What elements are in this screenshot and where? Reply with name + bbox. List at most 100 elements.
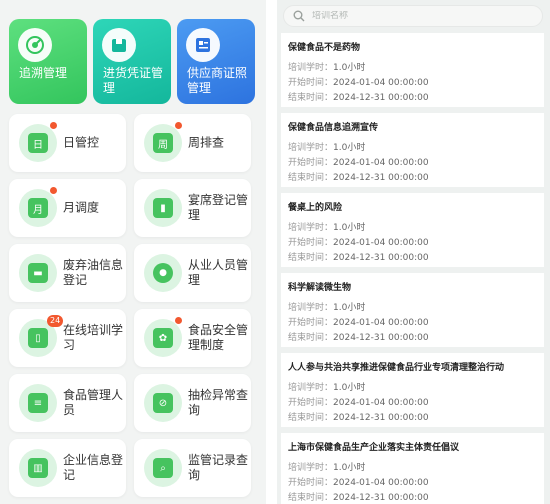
tile-label: 废弃油信息登记 [63, 258, 124, 287]
box-icon [102, 28, 136, 62]
waste-oil-tile[interactable]: ▬ 废弃油信息登记 [9, 244, 126, 302]
training-title: 科学解读微生物 [288, 283, 352, 293]
start-label: 开始时间： [288, 398, 334, 408]
inspection-icon: ⊘ [153, 393, 173, 413]
supervision-record-tile[interactable]: ⌕ 监管记录查询 [134, 439, 251, 497]
card-label: 追溯管理 [19, 66, 68, 80]
hours-value: 1.0小时 [333, 63, 366, 73]
function-panel: 追溯管理 进货凭证管理 供应商证照管理 日 日管控 周 周排查 月 月调度 ▮ … [0, 0, 266, 504]
company-info-tile[interactable]: ▥ 企业信息登记 [9, 439, 126, 497]
end-label: 结束时间： [288, 413, 334, 423]
training-card[interactable]: 科学解读微生物 培训学时：1.0小时 开始时间：2024-01-04 00:00… [281, 273, 544, 347]
tile-label: 月调度 [63, 200, 100, 215]
staff-management-tile[interactable]: ● 从业人员管理 [134, 244, 251, 302]
card-label: 供应商证照管理 [187, 66, 248, 95]
book-icon: ▯ [28, 328, 48, 348]
weekly-check-tile[interactable]: 周 周排查 [134, 114, 251, 172]
hours-label: 培训学时： [288, 143, 334, 153]
end-value: 2024-12-31 00:00:00 [333, 493, 429, 503]
tile-label: 食品管理人员 [63, 388, 124, 417]
training-card[interactable]: 保健食品信息追溯宣传 培训学时：1.0小时 开始时间：2024-01-04 00… [281, 113, 544, 187]
training-list-panel: 保健食品不是药物 培训学时：1.0小时 开始时间：2024-01-04 00:0… [277, 0, 550, 504]
search-icon [292, 9, 306, 23]
notification-dot [175, 317, 182, 324]
tile-label: 从业人员管理 [188, 258, 249, 287]
tile-label: 食品安全管理制度 [188, 323, 249, 352]
card-label: 进货凭证管理 [103, 66, 164, 95]
start-value: 2024-01-04 00:00:00 [333, 158, 429, 168]
online-training-tile[interactable]: ▯ 24 在线培训学习 [9, 309, 126, 367]
start-label: 开始时间： [288, 238, 334, 248]
banquet-registration-tile[interactable]: ▮ 宴席登记管理 [134, 179, 251, 237]
training-title: 人人参与共治共享推进保健食品行业专项清理整治行动 [288, 363, 505, 373]
hours-label: 培训学时： [288, 383, 334, 393]
start-value: 2024-01-04 00:00:00 [333, 478, 429, 488]
hours-value: 1.0小时 [333, 223, 366, 233]
supplier-license-card[interactable]: 供应商证照管理 [177, 19, 255, 104]
hours-value: 1.0小时 [333, 143, 366, 153]
calendar-week-icon: 周 [153, 133, 173, 153]
trash-icon: ▬ [28, 263, 48, 283]
tile-label: 企业信息登记 [63, 453, 124, 482]
food-safety-policy-tile[interactable]: ✿ 食品安全管理制度 [134, 309, 251, 367]
training-title: 保健食品不是药物 [288, 43, 361, 53]
inspection-anomaly-tile[interactable]: ⊘ 抽检异常查询 [134, 374, 251, 432]
record-search-icon: ⌕ [153, 458, 173, 478]
calendar-day-icon: 日 [28, 133, 48, 153]
training-title: 保健食品信息追溯宣传 [288, 123, 379, 133]
company-icon: ▥ [28, 458, 48, 478]
hours-label: 培训学时： [288, 463, 334, 473]
daily-control-tile[interactable]: 日 日管控 [9, 114, 126, 172]
end-value: 2024-12-31 00:00:00 [333, 333, 429, 343]
banquet-icon: ▮ [153, 198, 173, 218]
trace-management-card[interactable]: 追溯管理 [9, 19, 87, 104]
end-value: 2024-12-31 00:00:00 [333, 413, 429, 423]
training-card[interactable]: 上海市保健食品生产企业落实主体责任倡议 培训学时：1.0小时 开始时间：2024… [281, 433, 544, 504]
policy-icon: ✿ [153, 328, 173, 348]
start-label: 开始时间： [288, 78, 334, 88]
tile-label: 在线培训学习 [63, 323, 124, 352]
search-bar[interactable] [283, 5, 543, 27]
start-label: 开始时间： [288, 158, 334, 168]
search-input[interactable] [312, 11, 512, 21]
notification-dot [50, 122, 57, 129]
start-label: 开始时间： [288, 478, 334, 488]
training-card[interactable]: 人人参与共治共享推进保健食品行业专项清理整治行动 培训学时：1.0小时 开始时间… [281, 353, 544, 427]
food-manager-tile[interactable]: ≡ 食品管理人员 [9, 374, 126, 432]
start-label: 开始时间： [288, 318, 334, 328]
hours-label: 培训学时： [288, 303, 334, 313]
end-label: 结束时间： [288, 93, 334, 103]
tile-label: 监管记录查询 [188, 453, 249, 482]
training-title: 上海市保健食品生产企业落实主体责任倡议 [288, 443, 460, 453]
hours-value: 1.0小时 [333, 303, 366, 313]
hours-label: 培训学时： [288, 223, 334, 233]
start-value: 2024-01-04 00:00:00 [333, 238, 429, 248]
target-icon [18, 28, 52, 62]
staff-icon: ● [153, 263, 173, 283]
training-title: 餐桌上的风险 [288, 203, 343, 213]
unread-count-badge: 24 [47, 315, 64, 327]
end-label: 结束时间： [288, 333, 334, 343]
end-label: 结束时间： [288, 173, 334, 183]
calendar-month-icon: 月 [28, 198, 48, 218]
hours-value: 1.0小时 [333, 463, 366, 473]
start-value: 2024-01-04 00:00:00 [333, 398, 429, 408]
end-value: 2024-12-31 00:00:00 [333, 253, 429, 263]
purchase-voucher-card[interactable]: 进货凭证管理 [93, 19, 171, 104]
monthly-schedule-tile[interactable]: 月 月调度 [9, 179, 126, 237]
manager-icon: ≡ [28, 393, 48, 413]
tile-label: 抽检异常查询 [188, 388, 249, 417]
notification-dot [50, 187, 57, 194]
end-label: 结束时间： [288, 493, 334, 503]
end-value: 2024-12-31 00:00:00 [333, 173, 429, 183]
start-value: 2024-01-04 00:00:00 [333, 78, 429, 88]
end-value: 2024-12-31 00:00:00 [333, 93, 429, 103]
hours-label: 培训学时： [288, 63, 334, 73]
id-card-icon [186, 28, 220, 62]
tile-label: 日管控 [63, 135, 100, 150]
notification-dot [175, 122, 182, 129]
tile-label: 宴席登记管理 [188, 193, 249, 222]
tile-label: 周排查 [188, 135, 225, 150]
training-card[interactable]: 保健食品不是药物 培训学时：1.0小时 开始时间：2024-01-04 00:0… [281, 33, 544, 107]
training-card[interactable]: 餐桌上的风险 培训学时：1.0小时 开始时间：2024-01-04 00:00:… [281, 193, 544, 267]
